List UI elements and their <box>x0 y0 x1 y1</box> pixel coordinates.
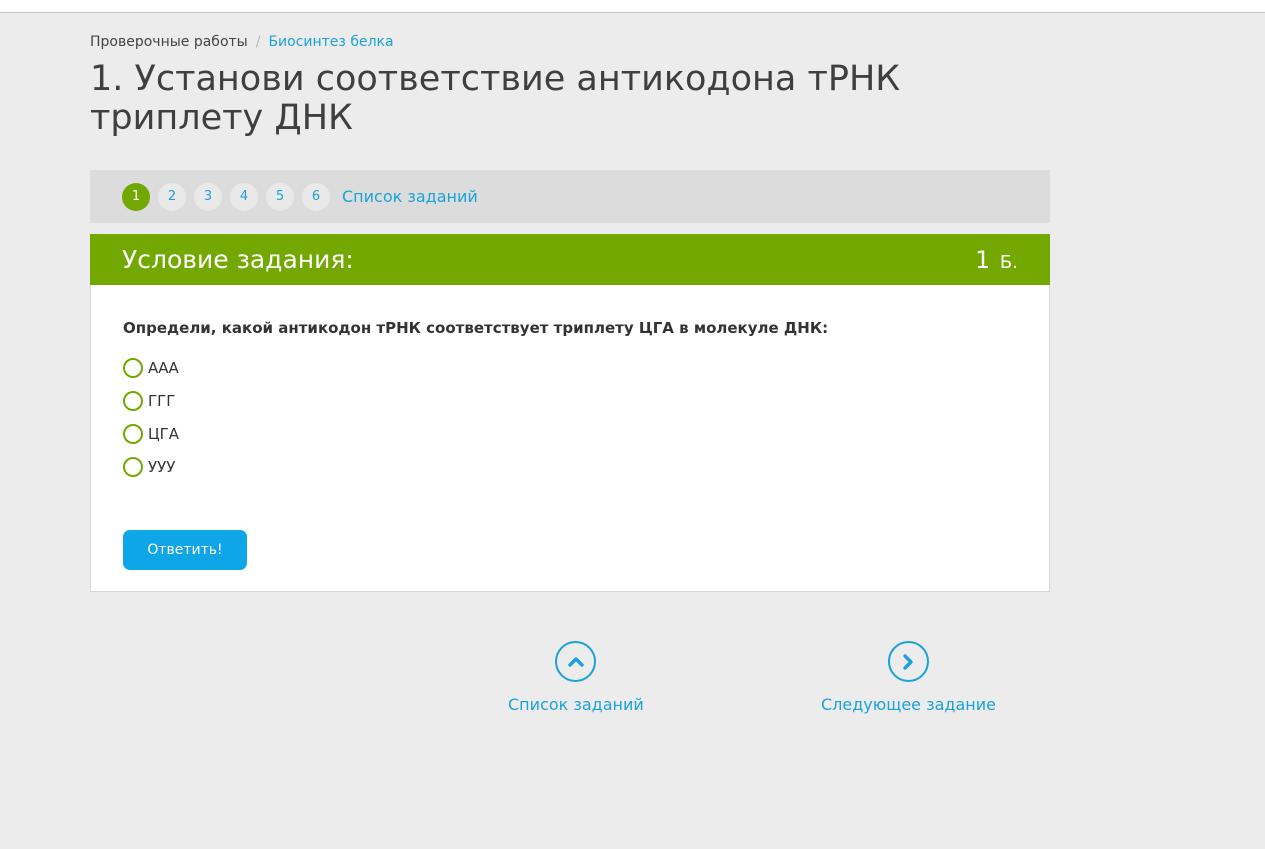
task-number-5[interactable]: 5 <box>266 182 294 211</box>
option-label: ГГГ <box>148 391 176 410</box>
radio-button[interactable] <box>123 390 143 411</box>
radio-button[interactable] <box>123 456 143 477</box>
task-number-1[interactable]: 1 <box>122 182 150 211</box>
answer-option-1[interactable]: ААА <box>123 351 1017 384</box>
points-badge: 1 Б. <box>975 246 1018 274</box>
answer-button[interactable]: Ответить! <box>123 530 247 570</box>
chevron-right-icon <box>903 653 914 670</box>
chevron-up-circle-icon[interactable] <box>555 641 597 682</box>
answer-option-2[interactable]: ГГГ <box>123 384 1017 417</box>
answer-option-3[interactable]: ЦГА <box>123 417 1017 450</box>
task-number-6[interactable]: 6 <box>302 182 330 211</box>
main-container: Проверочные работы / Биосинтез белка 1. Ус… <box>90 30 1050 592</box>
chevron-up-icon <box>568 656 584 667</box>
bottom-next-task-link[interactable]: Следующее задание <box>821 641 996 714</box>
task-number-2[interactable]: 2 <box>158 182 186 211</box>
page-title: 1. Установи соответствие антикодона тРНК… <box>90 59 901 138</box>
bottom-task-list-link[interactable]: Список заданий <box>508 641 644 714</box>
browser-top-bar <box>0 0 1265 13</box>
question-text: Определи, какой антикодон тРНК соответст… <box>123 319 829 337</box>
points-unit: Б. <box>999 251 1018 273</box>
breadcrumb-separator: / <box>255 34 261 50</box>
breadcrumb-root: Проверочные работы <box>90 34 248 50</box>
bottom-next-task-label[interactable]: Следующее задание <box>821 695 996 714</box>
answer-option-4[interactable]: УУУ <box>123 450 1017 483</box>
breadcrumb: Проверочные работы / Биосинтез белка <box>90 30 1050 54</box>
radio-button[interactable] <box>123 423 143 444</box>
breadcrumb-current-link[interactable]: Биосинтез белка <box>268 34 393 50</box>
task-card: Условие задания: 1 Б. Определи, какой ан… <box>90 234 1050 592</box>
card-header: Условие задания: 1 Б. <box>90 234 1050 285</box>
task-number-3[interactable]: 3 <box>194 182 222 211</box>
option-label: УУУ <box>148 457 176 476</box>
chevron-right-circle-icon[interactable] <box>887 641 929 682</box>
card-header-title: Условие задания: <box>122 245 354 274</box>
option-label: ЦГА <box>148 424 180 443</box>
task-list-link[interactable]: Список заданий <box>342 187 478 206</box>
points-value: 1 <box>975 245 991 274</box>
task-number-4[interactable]: 4 <box>230 182 258 211</box>
card-body: Определи, какой антикодон тРНК соответст… <box>91 285 1049 570</box>
radio-button[interactable] <box>123 357 143 378</box>
task-navigation: 1 2 3 4 5 6 Список заданий <box>90 170 1050 223</box>
bottom-task-list-label[interactable]: Список заданий <box>508 695 644 714</box>
option-label: ААА <box>148 358 179 377</box>
